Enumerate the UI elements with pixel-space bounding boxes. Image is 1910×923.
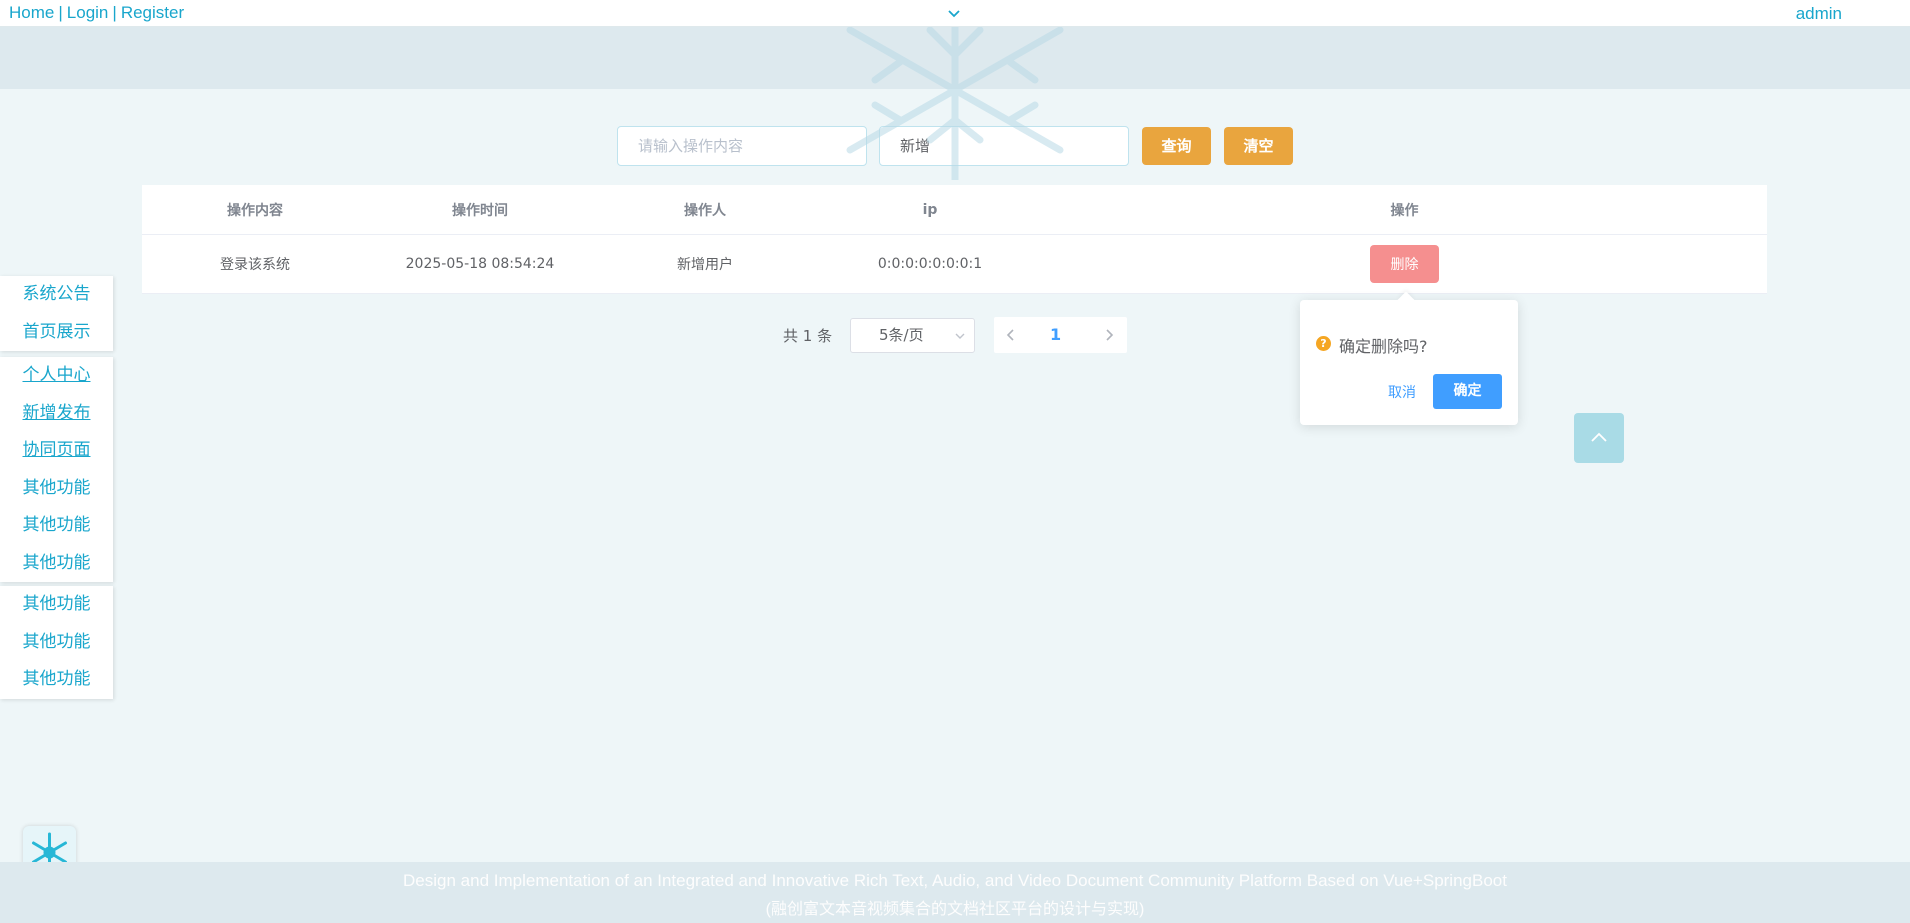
cancel-button[interactable]: 取消 <box>1388 382 1416 402</box>
table-header: 操作内容 操作时间 操作人 ip 操作 <box>142 185 1767 235</box>
footer-subtitle: (融创富文本音视频集合的文档社区平台的设计与实现) <box>765 901 1145 918</box>
confirm-message: 确定删除吗? <box>1339 337 1428 356</box>
sidebar-item-other[interactable]: 其他功能 <box>0 507 113 545</box>
register-link[interactable]: Register <box>121 3 184 22</box>
sidebar-item-home-display[interactable]: 首页展示 <box>0 314 113 352</box>
chevron-left-icon[interactable] <box>1004 328 1018 342</box>
sidebar-group-3: 其他功能 其他功能 其他功能 <box>0 586 113 699</box>
type-search-input[interactable]: 新增 <box>879 126 1129 166</box>
confirm-button[interactable]: 确定 <box>1433 374 1502 409</box>
chevron-up-icon <box>1591 432 1607 442</box>
row-content: 登录该系统 <box>220 257 290 273</box>
sidebar-item-personal-center[interactable]: 个人中心 <box>0 357 113 395</box>
page-number-current[interactable]: 1 <box>1050 325 1061 344</box>
chevron-right-icon[interactable] <box>1102 328 1116 342</box>
delete-confirm-popover: ? 确定删除吗? 取消 确定 <box>1300 291 1518 425</box>
chevron-down-icon[interactable] <box>945 5 963 23</box>
sidebar-item-other[interactable]: 其他功能 <box>0 661 113 699</box>
pager: 1 <box>994 317 1127 353</box>
footer-title: Design and Implementation of an Integrat… <box>403 871 1507 890</box>
pagination-total: 共 1 条 <box>783 327 833 345</box>
sidebar-group-2: 个人中心 新增发布 协同页面 其他功能 其他功能 其他功能 <box>0 357 113 582</box>
delete-button[interactable]: 删除 <box>1370 245 1439 283</box>
header-content: 操作内容 <box>227 202 283 219</box>
top-nav: Home | Login | Register admin <box>0 0 1910 27</box>
user-name[interactable]: admin <box>1796 4 1842 24</box>
page-size-select[interactable]: 5条/页 <box>850 318 975 353</box>
home-link[interactable]: Home <box>9 3 54 22</box>
banner <box>0 27 1910 89</box>
sidebar-item-other[interactable]: 其他功能 <box>0 624 113 662</box>
back-to-top-button[interactable] <box>1574 413 1624 463</box>
page-size-value: 5条/页 <box>879 326 924 344</box>
header-actions: 操作 <box>1390 202 1419 219</box>
sidebar-item-collaboration[interactable]: 协同页面 <box>0 432 113 470</box>
chevron-down-icon <box>955 333 965 339</box>
content-search-input[interactable]: 请输入操作内容 <box>617 126 867 166</box>
row-time: 2025-05-18 08:54:24 <box>405 256 555 272</box>
sidebar-group-1: 系统公告 首页展示 <box>0 276 113 351</box>
header-time: 操作时间 <box>452 202 508 219</box>
header-ip: ip <box>922 201 938 218</box>
row-actions: 删除 <box>1042 235 1767 293</box>
footer: Design and Implementation of an Integrat… <box>0 862 1910 923</box>
clear-button[interactable]: 清空 <box>1224 127 1293 165</box>
sidebar-item-other[interactable]: 其他功能 <box>0 470 113 508</box>
row-operator: 新增用户 <box>677 257 733 273</box>
table-row: 登录该系统 2025-05-18 08:54:24 新增用户 0:0:0:0:0… <box>142 235 1767 294</box>
log-table: 操作内容 操作时间 操作人 ip 操作 登录该系统 2025-05-18 08:… <box>142 185 1767 294</box>
sidebar-item-announcements[interactable]: 系统公告 <box>0 276 113 314</box>
row-ip: 0:0:0:0:0:0:0:1 <box>877 256 983 272</box>
query-button[interactable]: 查询 <box>1142 127 1211 165</box>
nav-separator: | <box>58 3 63 22</box>
top-nav-links: Home | Login | Register <box>9 3 184 23</box>
sidebar-item-other[interactable]: 其他功能 <box>0 586 113 624</box>
header-operator: 操作人 <box>684 202 726 219</box>
question-icon: ? <box>1316 336 1331 351</box>
nav-separator: | <box>112 3 117 22</box>
login-link[interactable]: Login <box>67 3 109 22</box>
sidebar-item-other[interactable]: 其他功能 <box>0 545 113 583</box>
sidebar-item-new-post[interactable]: 新增发布 <box>0 395 113 433</box>
